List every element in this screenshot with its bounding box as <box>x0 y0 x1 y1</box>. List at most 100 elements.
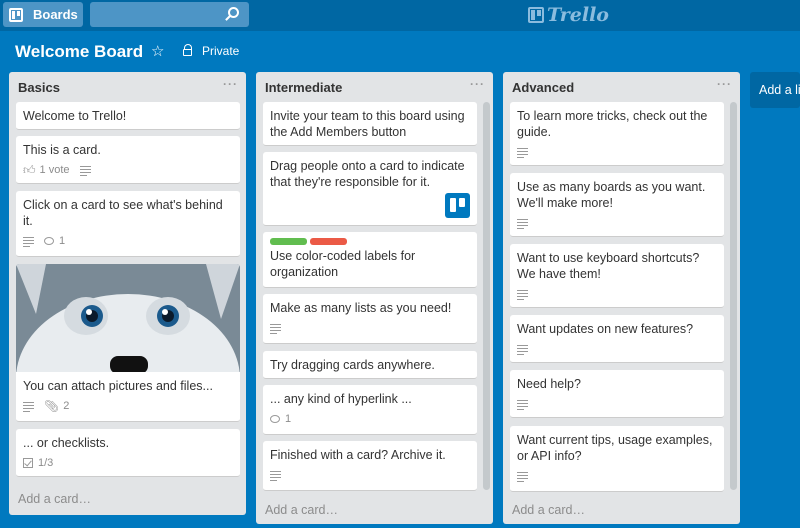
list-title: Advanced <box>512 80 575 95</box>
description-icon <box>517 471 528 482</box>
top-bar: Boards Trello <box>0 0 800 31</box>
card-title: To learn more tricks, check out the guid… <box>517 109 708 139</box>
list-menu-icon[interactable]: ··· <box>223 77 238 91</box>
card[interactable]: To learn more tricks, check out the guid… <box>510 102 724 166</box>
list-advanced: Advanced ··· To learn more tricks, check… <box>503 72 740 524</box>
card[interactable]: Use color-coded labels for organization <box>263 232 477 288</box>
green-label <box>270 238 307 245</box>
description-badge <box>23 236 34 247</box>
card[interactable]: Click on a card to see what's behind it.… <box>16 191 240 257</box>
trello-member-icon[interactable] <box>445 193 470 218</box>
add-card-link[interactable]: Add a card… <box>18 492 91 506</box>
star-icon[interactable]: ☆ <box>151 42 164 60</box>
boards-button-label: Boards <box>33 7 78 22</box>
trello-logo-text: Trello <box>547 4 609 26</box>
description-badge <box>517 471 528 482</box>
comment-count: 1 <box>285 413 292 425</box>
husky-cover-image <box>16 264 240 372</box>
description-badge <box>23 401 34 412</box>
description-badge <box>517 289 528 300</box>
description-icon <box>270 323 281 334</box>
description-badge <box>517 147 528 158</box>
search-input[interactable] <box>90 2 249 27</box>
trello-logo-icon <box>528 7 544 23</box>
card-title: Want updates on new features? <box>517 322 694 336</box>
list-menu-icon[interactable]: ··· <box>470 77 485 91</box>
description-badge <box>270 323 281 334</box>
red-label <box>310 238 347 245</box>
description-icon <box>517 344 528 355</box>
card[interactable]: Finished with a card? Archive it. <box>263 441 477 491</box>
list-header[interactable]: Intermediate ··· <box>256 72 493 102</box>
list-title: Basics <box>18 80 60 95</box>
add-list-button[interactable]: Add a list… <box>750 72 800 108</box>
add-card-link[interactable]: Add a card… <box>265 503 338 517</box>
description-icon <box>517 399 528 410</box>
lock-icon <box>183 44 192 56</box>
comment-badge: 1 <box>270 411 291 427</box>
add-card-link[interactable]: Add a card… <box>512 503 585 517</box>
comment-icon <box>44 237 54 245</box>
description-badge <box>517 344 528 355</box>
card[interactable]: Want current tips, usage examples, or AP… <box>510 426 724 492</box>
comment-icon <box>270 415 280 423</box>
card[interactable]: Drag people onto a card to indicate that… <box>263 152 477 226</box>
vote-badge: 👍︎ 1 vote <box>23 162 70 178</box>
checkbox-icon <box>23 458 33 468</box>
card[interactable]: Try dragging cards anywhere. <box>263 351 477 379</box>
card[interactable]: Use as many boards as you want. We'll ma… <box>510 173 724 237</box>
card-title: Want current tips, usage examples, or AP… <box>517 433 713 463</box>
description-badge <box>270 470 281 481</box>
card[interactable]: Make as many lists as you need! <box>263 294 477 344</box>
visibility-label: Private <box>202 44 240 58</box>
boards-button[interactable]: Boards <box>3 2 83 27</box>
card-title: ... or checklists. <box>23 436 110 450</box>
card-title: Try dragging cards anywhere. <box>270 358 435 372</box>
list-menu-icon[interactable]: ··· <box>717 77 732 91</box>
card-title: Use as many boards as you want. We'll ma… <box>517 180 706 210</box>
description-icon <box>517 147 528 158</box>
list-scrollbar[interactable] <box>730 102 737 490</box>
card-title: Drag people onto a card to indicate that… <box>270 159 465 189</box>
boards-icon <box>9 7 23 22</box>
attachment-count: 2 <box>63 400 70 412</box>
card[interactable]: Welcome to Trello! <box>16 102 240 130</box>
visibility-button[interactable]: Private <box>183 44 239 58</box>
card[interactable]: Want updates on new features? <box>510 315 724 363</box>
card[interactable]: Invite your team to this board using the… <box>263 102 477 146</box>
card-title: Need help? <box>517 377 581 391</box>
description-icon <box>23 236 34 247</box>
description-icon <box>270 470 281 481</box>
card-title: Want to use keyboard shortcuts? We have … <box>517 251 700 281</box>
description-icon <box>517 289 528 300</box>
list-header[interactable]: Advanced ··· <box>503 72 740 102</box>
card-with-cover[interactable]: You can attach pictures and files... 📎︎ … <box>16 264 240 422</box>
trello-logo[interactable]: Trello <box>528 4 609 26</box>
card-title: You can attach pictures and files... <box>23 379 213 393</box>
card-title: ... any kind of hyperlink ... <box>270 392 412 406</box>
list-basics: Basics ··· Welcome to Trello! This is a … <box>9 72 246 515</box>
card[interactable]: This is a card. 👍︎ 1 vote <box>16 136 240 184</box>
list-title: Intermediate <box>265 80 343 95</box>
search-icon[interactable] <box>228 7 239 18</box>
card-title: Invite your team to this board using the… <box>270 109 465 139</box>
list-scrollbar[interactable] <box>483 102 490 490</box>
thumbs-up-icon: 👍︎ <box>23 163 36 177</box>
checklist-count: 1/3 <box>38 457 54 469</box>
paperclip-icon: 📎︎ <box>44 399 60 413</box>
list-header[interactable]: Basics ··· <box>9 72 246 102</box>
card[interactable]: Need help? <box>510 370 724 418</box>
description-badge <box>79 165 91 176</box>
description-icon <box>517 218 528 229</box>
card[interactable]: ... any kind of hyperlink ... 1 <box>263 385 477 435</box>
description-icon <box>79 165 91 176</box>
board-title[interactable]: Welcome Board <box>15 42 143 62</box>
description-badge <box>517 399 528 410</box>
card[interactable]: ... or checklists. 1/3 <box>16 429 240 477</box>
card-title: Use color-coded labels for organization <box>270 249 416 279</box>
card[interactable]: Want to use keyboard shortcuts? We have … <box>510 244 724 308</box>
description-icon <box>23 401 34 412</box>
card-title: This is a card. <box>23 143 101 157</box>
card-title: Click on a card to see what's behind it. <box>23 198 223 228</box>
description-badge <box>517 218 528 229</box>
